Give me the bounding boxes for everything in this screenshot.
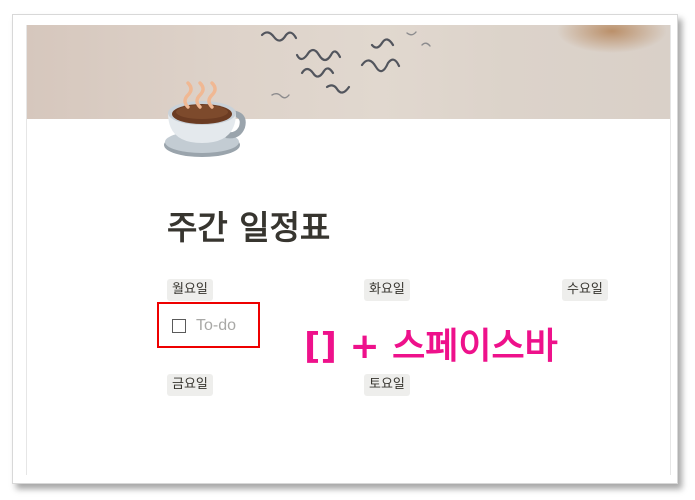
coffee-cup-icon[interactable]: [162, 73, 252, 163]
notion-page: 주간 일정표 월요일 화요일 수요일 금요일 토요일 To-do [] + 스페…: [26, 25, 671, 475]
page-cover-image[interactable]: [27, 25, 670, 119]
highlight-box: [157, 302, 260, 348]
day-tag-saturday: 토요일: [364, 374, 410, 396]
day-tag-wednesday: 수요일: [562, 279, 608, 301]
screenshot-frame: 주간 일정표 월요일 화요일 수요일 금요일 토요일 To-do [] + 스페…: [12, 14, 678, 484]
shortcut-annotation: [] + 스페이스바: [304, 326, 558, 367]
handwriting-cover-art: [260, 25, 667, 99]
page-title[interactable]: 주간 일정표: [167, 201, 330, 249]
day-tag-monday: 월요일: [167, 279, 213, 301]
day-tag-friday: 금요일: [167, 374, 213, 396]
day-tag-tuesday: 화요일: [364, 279, 410, 301]
